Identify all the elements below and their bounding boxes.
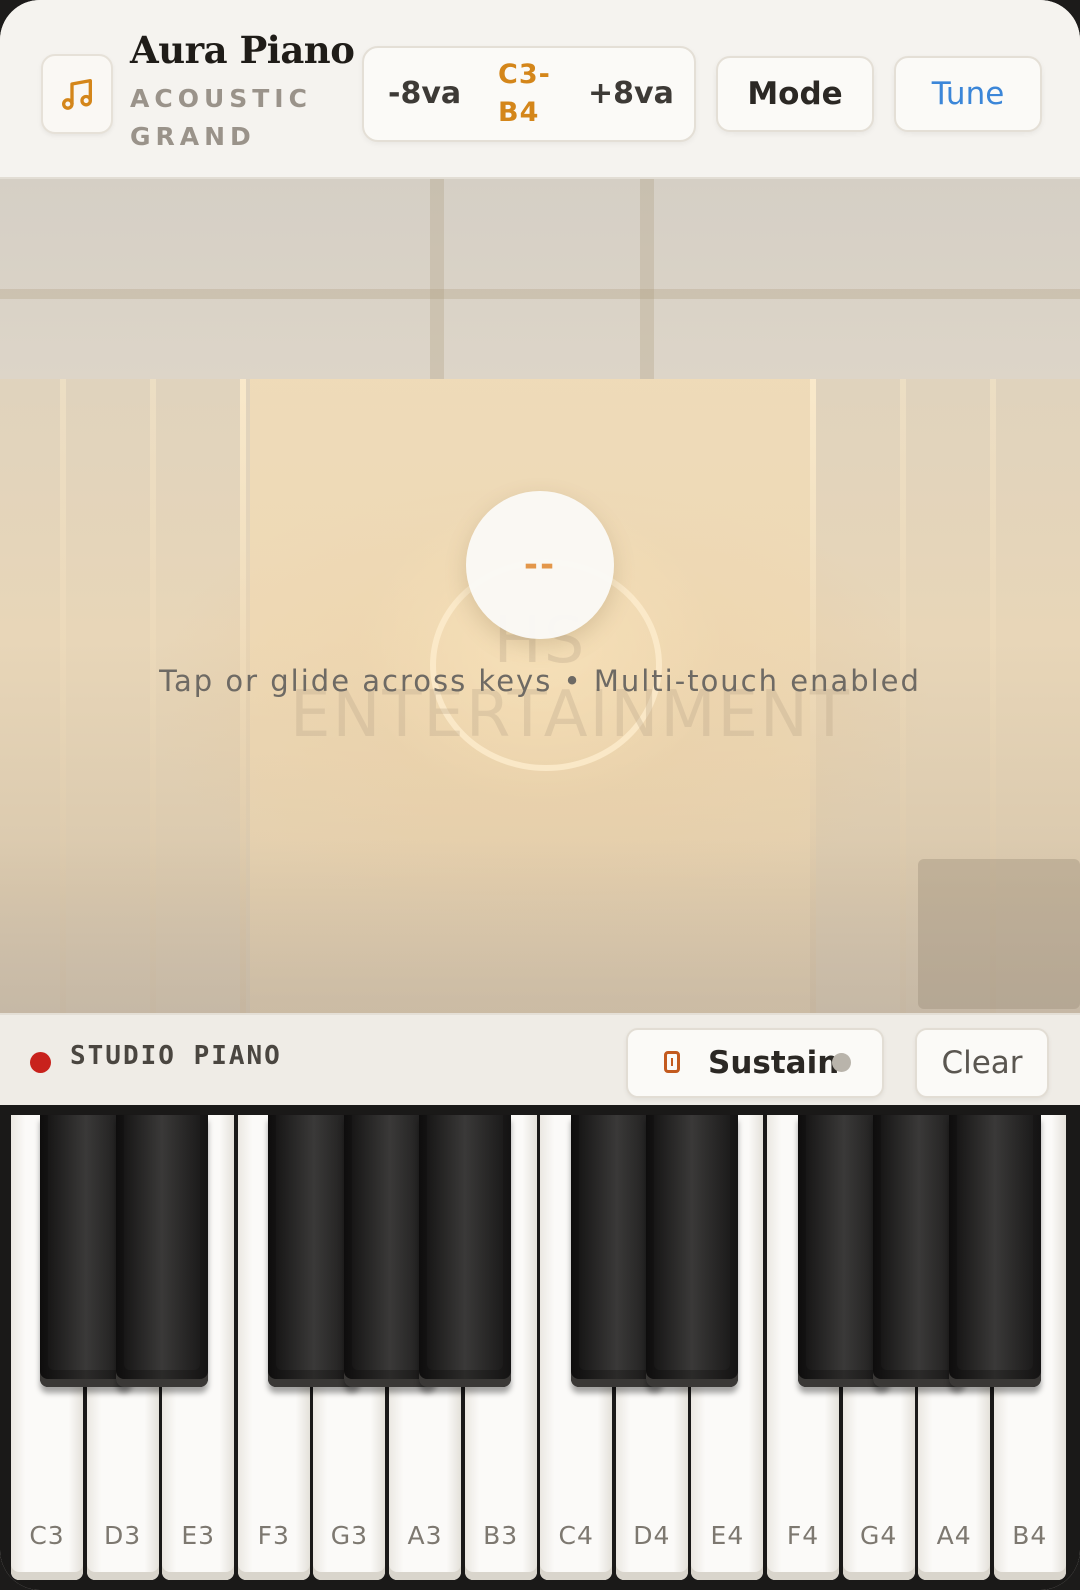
octave-down-button[interactable]: -8va: [388, 48, 461, 140]
key-label: E3: [181, 1521, 216, 1550]
key-label: B4: [1012, 1521, 1048, 1550]
octave-control: -8va C3-B4 +8va: [362, 46, 696, 142]
black-key-dsharp4[interactable]: [646, 1115, 738, 1387]
key-label: A3: [407, 1521, 443, 1550]
key-label: G4: [859, 1521, 898, 1550]
clear-button[interactable]: Clear: [915, 1028, 1049, 1098]
header: Aura Piano ACOUSTIC GRAND -8va C3-B4 +8v…: [0, 0, 1080, 179]
sustain-button[interactable]: Sustain: [626, 1028, 884, 1098]
octave-up-button[interactable]: +8va: [588, 48, 674, 140]
black-key-dsharp3[interactable]: [116, 1115, 208, 1387]
sustain-label: Sustain: [708, 1045, 840, 1081]
current-note-display: --: [466, 491, 614, 639]
app-subtitle: ACOUSTIC GRAND: [130, 84, 312, 151]
key-label: A4: [936, 1521, 972, 1550]
key-label: C4: [558, 1521, 594, 1550]
ceiling: [0, 179, 1080, 379]
record-indicator-icon: [30, 1052, 51, 1073]
tune-button[interactable]: Tune: [894, 56, 1042, 132]
piano-keyboard: C3 D3 E3 F3 G3 A3 B3 C4 D4 E4 F4 G4 A4 B4: [0, 1105, 1080, 1590]
stage-backdrop: HS ENTERTAINMENT -- Tap or glide across …: [0, 179, 1080, 1013]
music-note-icon: [61, 79, 93, 110]
key-label: D4: [633, 1521, 671, 1550]
key-label: F4: [786, 1521, 820, 1550]
ceiling-beam: [640, 179, 654, 379]
ceiling-beam: [430, 179, 444, 379]
instrument-label: STUDIO PIANO: [70, 1041, 282, 1071]
ceiling-beam: [0, 289, 1080, 299]
logo-button[interactable]: [41, 54, 113, 134]
mode-button[interactable]: Mode: [716, 56, 874, 132]
key-label: G3: [330, 1521, 369, 1550]
amplifier: [918, 859, 1080, 1009]
black-key-asharp3[interactable]: [419, 1115, 511, 1387]
key-label: B3: [483, 1521, 519, 1550]
key-label: C3: [29, 1521, 65, 1550]
app-title: Aura Piano: [130, 28, 355, 72]
key-label: D3: [104, 1521, 142, 1550]
key-label: E4: [710, 1521, 745, 1550]
key-label: F3: [257, 1521, 290, 1550]
black-key-asharp4[interactable]: [949, 1115, 1041, 1387]
piano-app: Aura Piano ACOUSTIC GRAND -8va C3-B4 +8v…: [0, 0, 1080, 1590]
sustain-status-dot: [832, 1053, 851, 1072]
octave-range-label: C3-B4: [498, 59, 551, 128]
status-bar: STUDIO PIANO Sustain Clear: [0, 1013, 1080, 1107]
instruction-hint: Tap or glide across keys • Multi-touch e…: [159, 664, 921, 698]
pedal-icon: [664, 1051, 680, 1073]
